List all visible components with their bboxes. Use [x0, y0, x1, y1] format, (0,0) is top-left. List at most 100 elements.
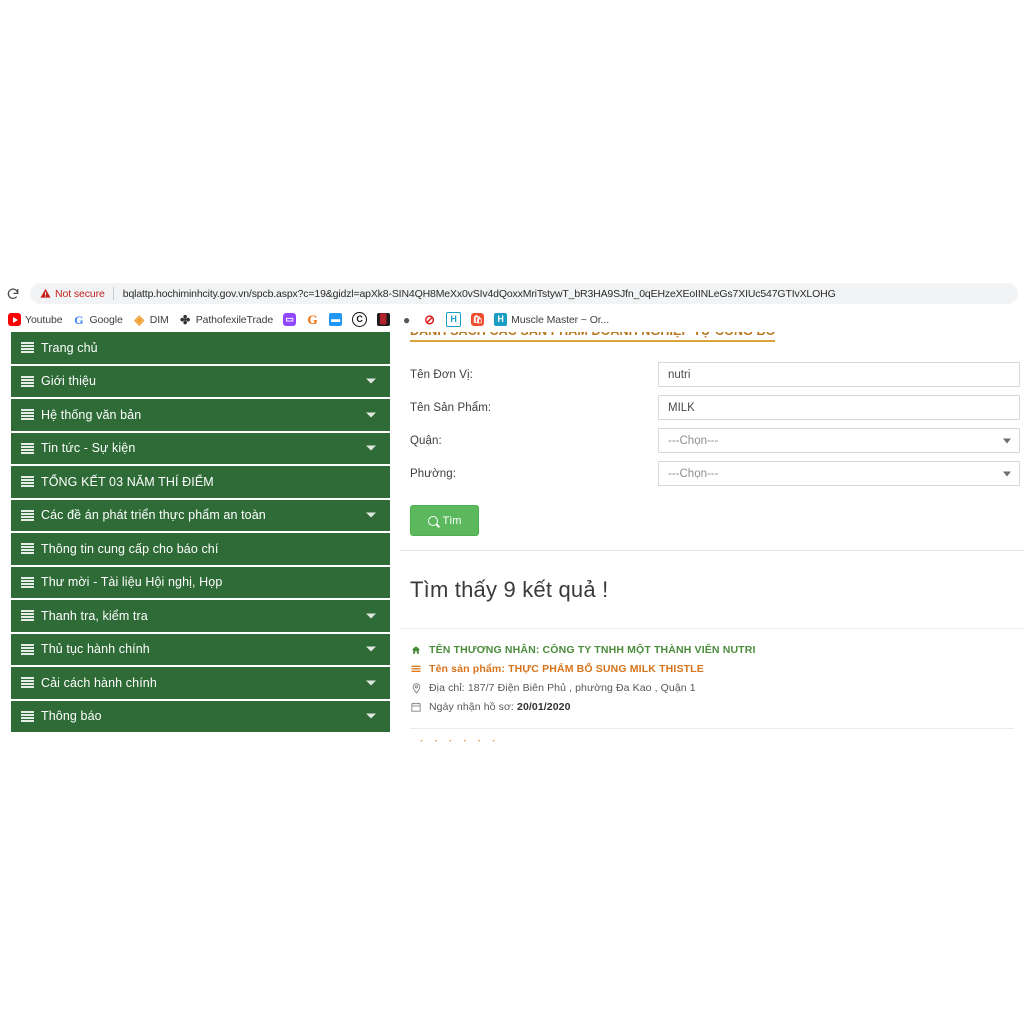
youtube-icon: [8, 313, 21, 326]
list-icon: [21, 576, 34, 588]
bookmark-dark[interactable]: ▉: [372, 310, 395, 330]
chevron-down-icon: [366, 378, 376, 384]
bookmarks-bar: Youtube G Google ◈ DIM ✤ PathofexileTrad…: [0, 307, 1024, 333]
quan-select-value: ---Chọn---: [668, 434, 719, 447]
chevron-down-icon: [366, 512, 376, 518]
field-wrap: [658, 395, 1020, 420]
form-row-quan: Quận: ---Chọn---: [390, 424, 1024, 457]
sidebar-item-thong-tin-cung-cap-cho-bao-chi[interactable]: Thông tin cung cấp cho báo chí: [11, 533, 390, 567]
result-product-line: Tên sản phẩm: THỰC PHẨM BỔ SUNG MILK THI…: [410, 663, 1014, 676]
chevron-down-icon: [1003, 471, 1011, 476]
list-icon: [21, 409, 34, 421]
search-form: Tên Đơn Vị: Tên Sản Phẩm: Quận: --: [390, 358, 1024, 490]
sidebar-item-label: TỔNG KẾT 03 NĂM THÍ ĐIỂM: [41, 474, 214, 489]
url-text: bqlattp.hochiminhcity.gov.vn/spcb.aspx?c…: [122, 287, 836, 300]
bookmark-google[interactable]: G Google: [67, 310, 127, 330]
search-icon: [427, 515, 438, 526]
bookmark-label: PathofexileTrade: [195, 313, 274, 326]
screenshot-root: Not secure bqlattp.hochiminhcity.gov.vn/…: [0, 0, 1024, 1024]
reload-icon[interactable]: [2, 283, 24, 305]
quan-select[interactable]: ---Chọn---: [658, 428, 1020, 453]
label-ten-don-vi: Tên Đơn Vị:: [410, 368, 473, 381]
bookmark-twitch[interactable]: ▭: [278, 310, 301, 330]
sidebar-item-label: Cải cách hành chính: [41, 675, 157, 690]
sidebar-item-cac-de-an-phat-trien-thuc-pham-an-toan[interactable]: Các đề án phát triển thực phẩm an toàn: [11, 499, 390, 533]
main-content: DANH SÁCH CÁC SẢN PHẨM DOANH NGHIỆP TỰ C…: [390, 332, 1024, 744]
label-ten-san-pham: Tên Sản Phẩm:: [410, 401, 492, 414]
list-icon: [21, 543, 34, 555]
phuong-select-value: ---Chọn---: [668, 467, 719, 480]
ten-don-vi-input[interactable]: [658, 362, 1020, 387]
list-icon: [21, 643, 34, 655]
bookmark-grammarly[interactable]: G: [301, 310, 324, 330]
page-title: DANH SÁCH CÁC SẢN PHẨM DOANH NGHIỆP TỰ C…: [410, 332, 776, 342]
results-divider: [400, 628, 1024, 629]
red-block-icon: ⊘: [424, 313, 436, 326]
result-item-divider: [410, 728, 1014, 729]
list-icon: [21, 342, 34, 354]
sidebar-item-tin-tuc-su-kien[interactable]: Tin tức - Sự kiện: [11, 432, 390, 466]
search-button[interactable]: Tìm: [410, 505, 479, 536]
bookmark-shopee[interactable]: 🛍: [466, 310, 489, 330]
home-icon: [410, 644, 422, 655]
chevron-down-icon: [366, 445, 376, 451]
search-button-label: Tìm: [442, 514, 462, 527]
h-outline-icon: H: [446, 312, 462, 327]
twitch-icon: ▭: [283, 313, 297, 326]
bookmark-label: Google: [89, 313, 123, 326]
bookmark-sphere[interactable]: ●: [395, 310, 418, 330]
map-pin-icon: [410, 682, 422, 694]
list-icon: [21, 476, 34, 488]
chevron-down-icon: [366, 646, 376, 652]
grammarly-g-icon: G: [307, 313, 318, 326]
sidebar-item-thu-tuc-hanh-chinh[interactable]: Thủ tục hành chính: [11, 633, 390, 667]
label-quan: Quận:: [410, 434, 442, 447]
chevron-down-icon: [366, 613, 376, 619]
form-row-phuong: Phường: ---Chọn---: [390, 457, 1024, 490]
security-status[interactable]: Not secure: [40, 288, 113, 300]
result-list-item[interactable]: TÊN THƯƠNG NHÂN: CÔNG TY TNHH MỘT THÀNH …: [410, 644, 1014, 721]
bookmark-dim[interactable]: ◈ DIM: [128, 310, 174, 330]
warning-triangle-icon: [40, 288, 51, 298]
bookmark-muscle-master[interactable]: H Muscle Master ~ Or...: [489, 310, 614, 330]
sidebar-item-label: Các đề án phát triển thực phẩm an toàn: [41, 508, 266, 523]
bookmark-blue[interactable]: ▬: [324, 310, 347, 330]
sidebar-item-trang-chu[interactable]: Trang chủ: [11, 332, 390, 366]
address-bar[interactable]: Not secure bqlattp.hochiminhcity.gov.vn/…: [30, 283, 1018, 304]
field-wrap: [658, 362, 1020, 387]
sidebar-item-thong-bao[interactable]: Thông báo: [11, 700, 390, 734]
sidebar-item-thu-moi-tai-lieu-hoi-nghi-hop[interactable]: Thư mời - Tài liệu Hội nghị, Họp: [11, 566, 390, 600]
list-icon: [21, 710, 34, 722]
phuong-select[interactable]: ---Chọn---: [658, 461, 1020, 486]
ten-san-pham-input[interactable]: [658, 395, 1020, 420]
form-row-ten-san-pham: Tên Sản Phẩm:: [390, 391, 1024, 424]
bookmark-h-outline[interactable]: H: [441, 310, 466, 330]
form-row-ten-don-vi: Tên Đơn Vị:: [390, 358, 1024, 391]
results-count: Tìm thấy 9 kết quả !: [410, 577, 609, 602]
bookmark-label: Muscle Master ~ Or...: [511, 313, 610, 326]
sidebar-item-gioi-thieu[interactable]: Giới thiệu: [11, 365, 390, 399]
sidebar-item-label: Hệ thống văn bản: [41, 407, 142, 422]
sidebar-item-label: Thư mời - Tài liệu Hội nghị, Họp: [41, 575, 223, 590]
crescent-c-icon: C: [352, 312, 368, 327]
chevron-down-icon: [366, 713, 376, 719]
sidebar-item-tong-ket-03-nam-thi-diem[interactable]: TỔNG KẾT 03 NĂM THÍ ĐIỂM: [11, 466, 390, 500]
bookmark-crescent[interactable]: C: [347, 310, 372, 330]
sidebar-item-label: Thông tin cung cấp cho báo chí: [41, 541, 219, 556]
list-icon: [21, 442, 34, 454]
bookmark-red-block[interactable]: ⊘: [418, 310, 441, 330]
sidebar-item-cai-cach-hanh-chinh[interactable]: Cải cách hành chính: [11, 667, 390, 701]
result-date-text: Ngày nhận hồ sơ: 20/01/2020: [429, 701, 571, 714]
bookmark-youtube[interactable]: Youtube: [3, 310, 67, 330]
field-wrap: ---Chọn---: [658, 428, 1020, 453]
result-product-label: Tên sản phẩm: THỰC PHẨM BỔ SUNG MILK THI…: [429, 663, 704, 676]
dim-diamond-icon: ◈: [134, 313, 145, 326]
page-viewport: Trang chủ Giới thiệu Hệ thống văn bản Ti…: [0, 332, 1024, 744]
chevron-down-icon: [366, 680, 376, 686]
label-phuong: Phường:: [410, 467, 456, 480]
sidebar-item-thanh-tra-kiem-tra[interactable]: Thanh tra, kiểm tra: [11, 600, 390, 634]
bookmark-pathofexiletrade[interactable]: ✤ PathofexileTrade: [174, 310, 278, 330]
sidebar-item-he-thong-van-ban[interactable]: Hệ thống văn bản: [11, 399, 390, 433]
result-address-label: Địa chỉ: 187/7 Điện Biên Phủ , phường Đa…: [429, 682, 696, 695]
blue-square-icon: ▬: [329, 313, 343, 326]
